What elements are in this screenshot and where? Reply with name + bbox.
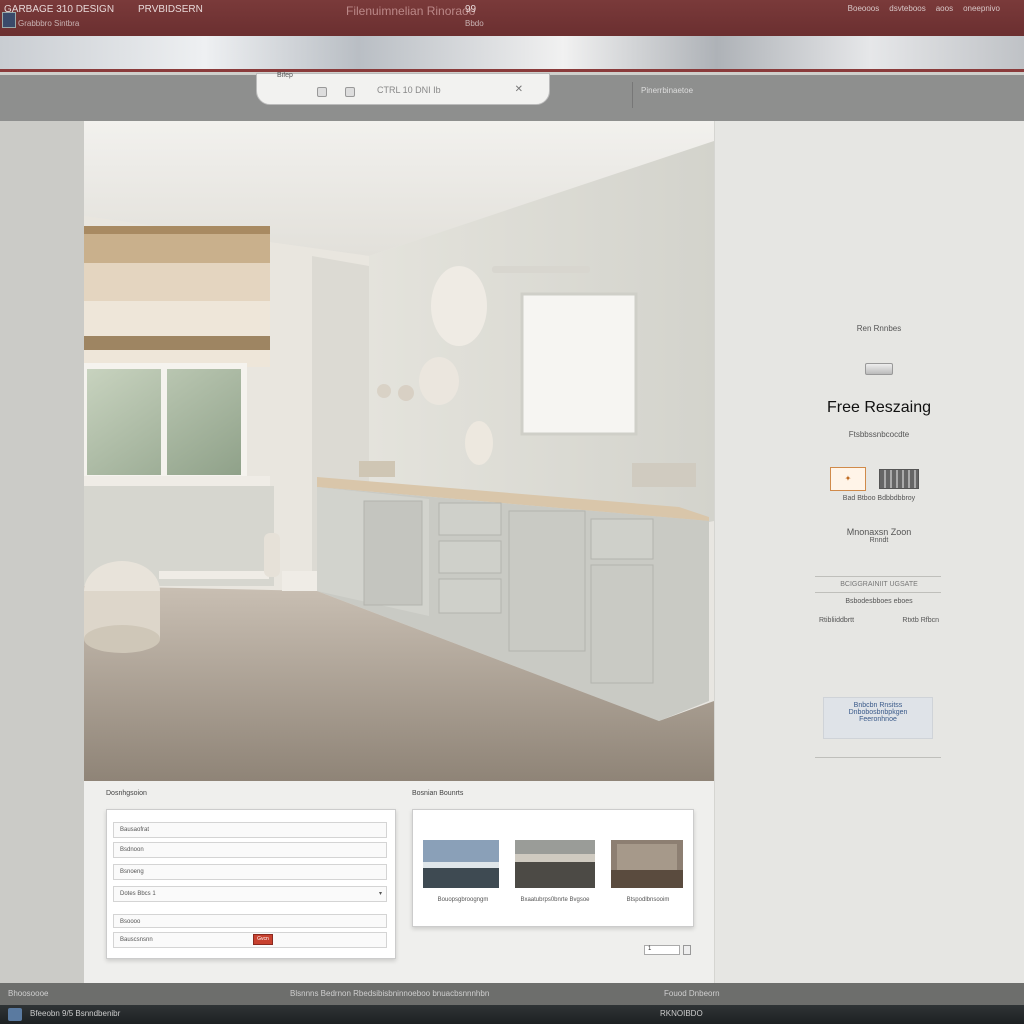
logo-caption-wrap: Bad Btboo Bdbbdbbroy xyxy=(819,495,939,502)
booking-form-card: Bausaofrat Bsdnoon Bsnoeng Dotes Bbcs 1 … xyxy=(106,809,396,959)
center-title: Filenuimnelian Rinoraoo xyxy=(346,4,476,18)
gallery-thumb-2[interactable] xyxy=(515,840,595,888)
form-select[interactable]: Dotes Bbcs 1 ▾ xyxy=(113,886,387,902)
badge-icon xyxy=(865,363,893,375)
right-code: 99 xyxy=(465,4,477,15)
partner-logo-2[interactable] xyxy=(879,469,919,489)
list-line-wrap: Bsbodesbboes eboes xyxy=(819,598,939,605)
partner-logo-1[interactable]: ✦ xyxy=(830,467,866,491)
list-line: Bsbodesbboes eboes xyxy=(845,598,913,605)
room-illustration xyxy=(84,121,714,781)
right-sub: Bbdo xyxy=(465,19,484,28)
toolbar-ribbon xyxy=(0,36,1024,72)
browser-tab[interactable]: Bifep CTRL 10 DNI Ib ✕ xyxy=(256,72,550,105)
right-promo-panel: Ren Rnnbes Free Reszaing Ftsbbssnbcocdte… xyxy=(715,121,1024,983)
divider-3 xyxy=(815,757,941,758)
gallery-caption-3: Btspodlbnsooim xyxy=(626,897,670,903)
gallery-thumb-3[interactable] xyxy=(611,840,683,888)
promo-box-line-1: Bnbcbn Rnsitss xyxy=(853,702,903,709)
submit-button[interactable]: Gvcn xyxy=(253,934,273,945)
url-text[interactable]: CTRL 10 DNI Ib xyxy=(377,85,441,95)
control-1[interactable]: Boeooos xyxy=(848,4,880,13)
mid-title: Mnonaxsn Zoon xyxy=(846,527,912,537)
hero-room-image xyxy=(84,121,714,781)
pager-input[interactable]: 1 xyxy=(644,945,680,955)
form-field-2[interactable]: Bsdnoon xyxy=(113,842,387,858)
logo-caption: Bad Btboo Bdbbdbbroy xyxy=(842,495,916,502)
form-section-label: Dosnhgsoion xyxy=(106,790,147,797)
control-2[interactable]: dsvteboos xyxy=(889,4,925,13)
taskbar-item-1[interactable]: Bfeeobn 9/5 Bsnndbenibr xyxy=(30,1009,120,1018)
status-bar: Bhoosoooe Blsnnns Bedrnon Rbedsibisbninn… xyxy=(0,983,1024,1005)
control-3[interactable]: aoos xyxy=(936,4,953,13)
promo-icon-wrap xyxy=(819,363,939,375)
subtitle-left: Grabbbro Sintbra xyxy=(18,19,80,28)
promo-subtitle-wrap: Ftsbbssnbcocdte xyxy=(819,430,939,439)
divider-1 xyxy=(815,576,941,577)
taskbar-item-2[interactable]: RKNOIBDO xyxy=(660,1009,703,1018)
list-heading-wrap: BCIGGRAINIIT UGSATE xyxy=(819,581,939,588)
form-field-6[interactable]: Bauscsnsnn xyxy=(113,932,387,948)
taskbar: Bfeeobn 9/5 Bsnndbenibr RKNOIBDO xyxy=(0,1005,1024,1024)
promo-box-line-2: Dnbobosbnbpkgen xyxy=(848,709,908,716)
gallery-section-label: Bosnian Bounrts xyxy=(412,790,464,797)
gallery-caption-1: Bouopsgbroogngm xyxy=(437,897,489,903)
chevron-down-icon[interactable]: ▾ xyxy=(379,890,382,897)
promo-title: Free Reszaing xyxy=(826,399,932,416)
form-field-1[interactable]: Bausaofrat xyxy=(113,822,387,838)
promo-eyebrow-text: Ren Rnnbes xyxy=(856,324,902,333)
list-left[interactable]: Rtibliiddbrtt xyxy=(819,617,854,624)
form-field-5[interactable]: Bsoooo xyxy=(113,914,387,928)
list-heading: BCIGGRAINIIT UGSATE xyxy=(840,581,918,588)
gallery-thumb-1[interactable] xyxy=(423,840,499,888)
page-canvas: Dosnhgsoion Bosnian Bounrts Bausaofrat B… xyxy=(0,121,1024,983)
strip-right-text: Pinerrbinaetoe xyxy=(632,82,792,108)
promo-eyebrow: Ren Rnnbes xyxy=(819,324,939,333)
tab-label: Bifep xyxy=(277,72,293,79)
status-center: Blsnnns Bedrnon Rbedsibisbninnoeboo bnua… xyxy=(290,989,490,998)
form-field-3[interactable]: Bsnoeng xyxy=(113,864,387,880)
gallery-caption-2: Bxaatubrps0bnrte Bvgsoe xyxy=(520,897,590,903)
refresh-icon[interactable] xyxy=(345,87,355,97)
mid-sub: Rnndt xyxy=(869,537,889,544)
control-4[interactable]: oneepnivo xyxy=(963,4,1000,13)
list-right[interactable]: Rtxtb Rfbcn xyxy=(902,617,939,624)
pager-icon[interactable] xyxy=(683,945,691,955)
promo-subtitle: Ftsbbssnbcocdte xyxy=(848,430,910,439)
form-select-value: Dotes Bbcs 1 xyxy=(120,891,156,897)
left-margin xyxy=(0,121,84,983)
menu-label[interactable]: PRVBIDSERN xyxy=(138,4,203,15)
promo-box-line-3: Feeronhnoe xyxy=(859,716,897,723)
promo-title-wrap: Free Reszaing xyxy=(819,399,939,417)
divider-2 xyxy=(815,592,941,593)
mid-title-wrap: Mnonaxsn Zoon Rnndt xyxy=(819,527,939,544)
window-titlebar: GARBAGE 310 DESIGN PRVBIDSERN Filenuimne… xyxy=(0,0,1024,36)
lower-section: Dosnhgsoion Bosnian Bounrts Bausaofrat B… xyxy=(84,781,714,983)
window-controls: Boeooos dsvteboos aoos oneepnivo xyxy=(848,4,1000,13)
list-pair: Rtibliiddbrtt Rtxtb Rfbcn xyxy=(819,617,939,624)
gallery-card: Bouopsgbroogngm Bxaatubrps0bnrte Bvgsoe … xyxy=(412,809,694,927)
status-left: Bhoosoooe xyxy=(8,989,49,998)
close-icon[interactable]: ✕ xyxy=(515,84,523,95)
window-title: GARBAGE 310 DESIGN xyxy=(4,4,115,15)
back-icon[interactable] xyxy=(317,87,327,97)
start-icon[interactable] xyxy=(8,1008,22,1021)
status-right: Fouod Dnbeorn xyxy=(664,989,720,998)
promo-link-box[interactable]: Bnbcbn Rnsitss Dnbobosbnbpkgen Feeronhno… xyxy=(823,697,933,739)
